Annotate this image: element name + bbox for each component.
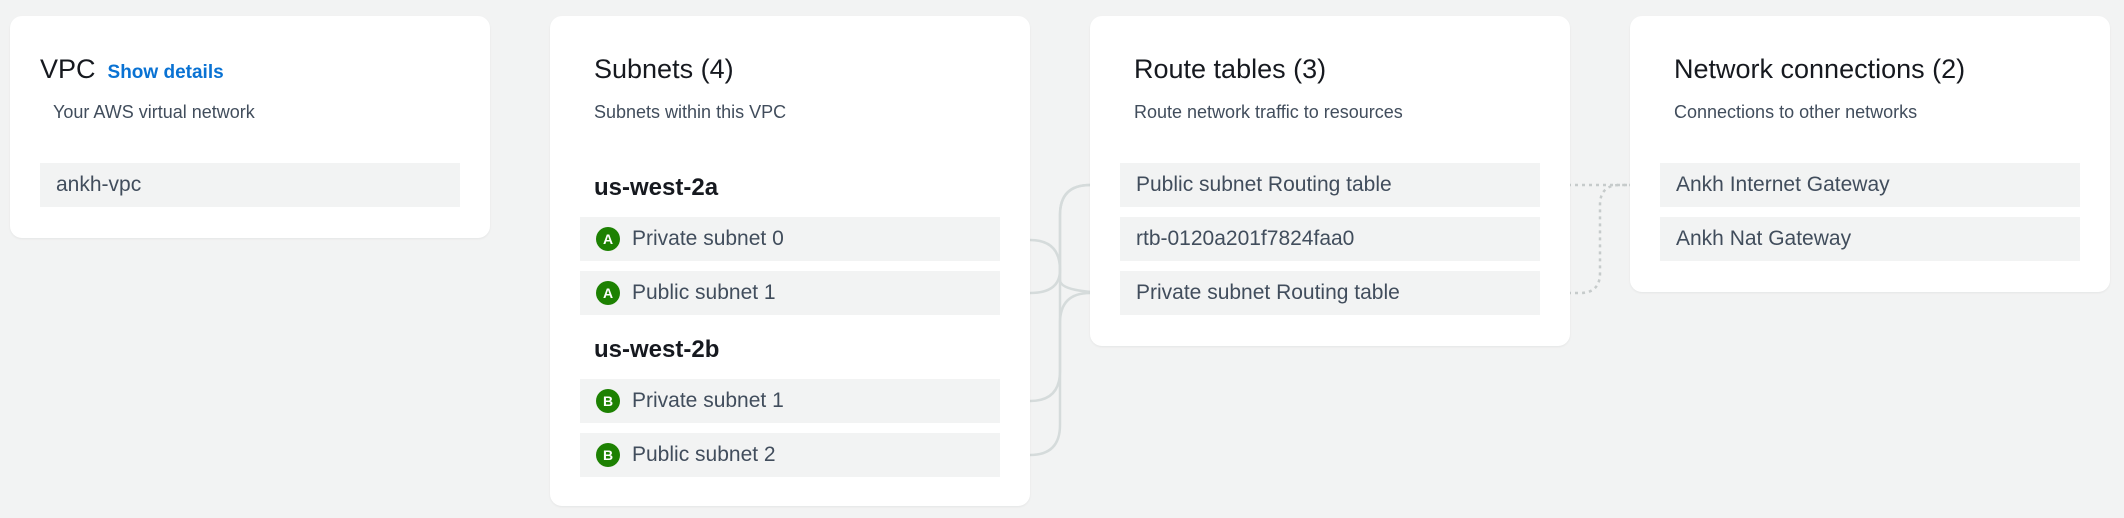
route-tables-card: Route tables (3) Route network traffic t… [1090,16,1570,346]
subnets-description: Subnets within this VPC [594,102,787,122]
vpc-title: VPC [40,54,96,84]
subnet-label: Private subnet 1 [632,389,784,412]
vpc-name-item[interactable]: ankh-vpc [40,163,460,207]
az-label-us-west-2a: us-west-2a [594,174,719,201]
az-b-badge-icon: B [596,389,620,413]
resource-map: VPC Show details Your AWS virtual network… [0,0,2124,518]
subnet-item-public-subnet-1[interactable]: A Public subnet 1 [580,271,1000,315]
route-table-item-main[interactable]: rtb-0120a201f7824faa0 [1120,217,1540,261]
route-table-item-private[interactable]: Private subnet Routing table [1120,271,1540,315]
network-connections-description: Connections to other networks [1674,102,1918,122]
az-b-badge-icon: B [596,443,620,467]
show-details-link[interactable]: Show details [108,62,224,83]
vpc-card: VPC Show details Your AWS virtual network… [10,16,490,238]
subnet-item-public-subnet-2[interactable]: B Public subnet 2 [580,433,1000,477]
az-label-us-west-2b: us-west-2b [594,336,720,363]
subnet-label: Public subnet 1 [632,281,776,304]
az-a-badge-icon: A [596,281,620,305]
vpc-description: Your AWS virtual network [53,102,255,122]
subnet-item-private-subnet-1[interactable]: B Private subnet 1 [580,379,1000,423]
vpc-title-row: VPC Show details [40,54,224,85]
connection-item-internet-gateway[interactable]: Ankh Internet Gateway [1660,163,2080,207]
subnet-item-private-subnet-0[interactable]: A Private subnet 0 [580,217,1000,261]
network-connections-title: Network connections (2) [1674,54,1966,84]
route-table-item-public[interactable]: Public subnet Routing table [1120,163,1540,207]
route-tables-title: Route tables (3) [1134,54,1327,84]
network-connections-card: Network connections (2) Connections to o… [1630,16,2110,292]
subnet-label: Private subnet 0 [632,227,784,250]
az-a-badge-icon: A [596,227,620,251]
subnet-label: Public subnet 2 [632,443,776,466]
connection-item-nat-gateway[interactable]: Ankh Nat Gateway [1660,217,2080,261]
subnets-title: Subnets (4) [594,54,734,84]
subnets-card: Subnets (4) Subnets within this VPC us-w… [550,16,1030,506]
route-tables-description: Route network traffic to resources [1134,102,1403,122]
